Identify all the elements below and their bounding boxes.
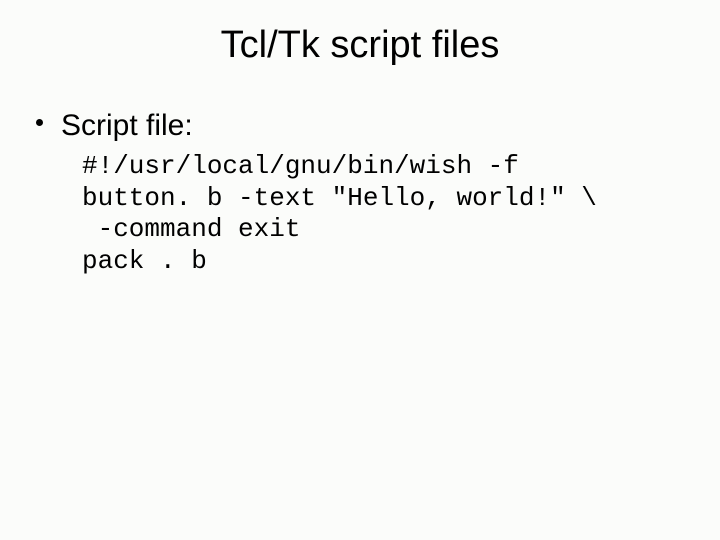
code-block: #!/usr/local/gnu/bin/wish -f button. b -… [82, 151, 690, 278]
bullet-item: Script file: [36, 109, 690, 143]
code-line-2: button. b -text "Hello, world!" \ [82, 183, 597, 213]
code-line-4: pack . b [82, 246, 207, 276]
code-line-1: #!/usr/local/gnu/bin/wish -f [82, 151, 519, 181]
slide-title: Tcl/Tk script files [30, 24, 690, 67]
slide: Tcl/Tk script files Script file: #!/usr/… [0, 0, 720, 540]
code-line-3: -command exit [82, 214, 300, 244]
bullet-text: Script file: [61, 109, 193, 143]
bullet-dot-icon [36, 119, 43, 126]
